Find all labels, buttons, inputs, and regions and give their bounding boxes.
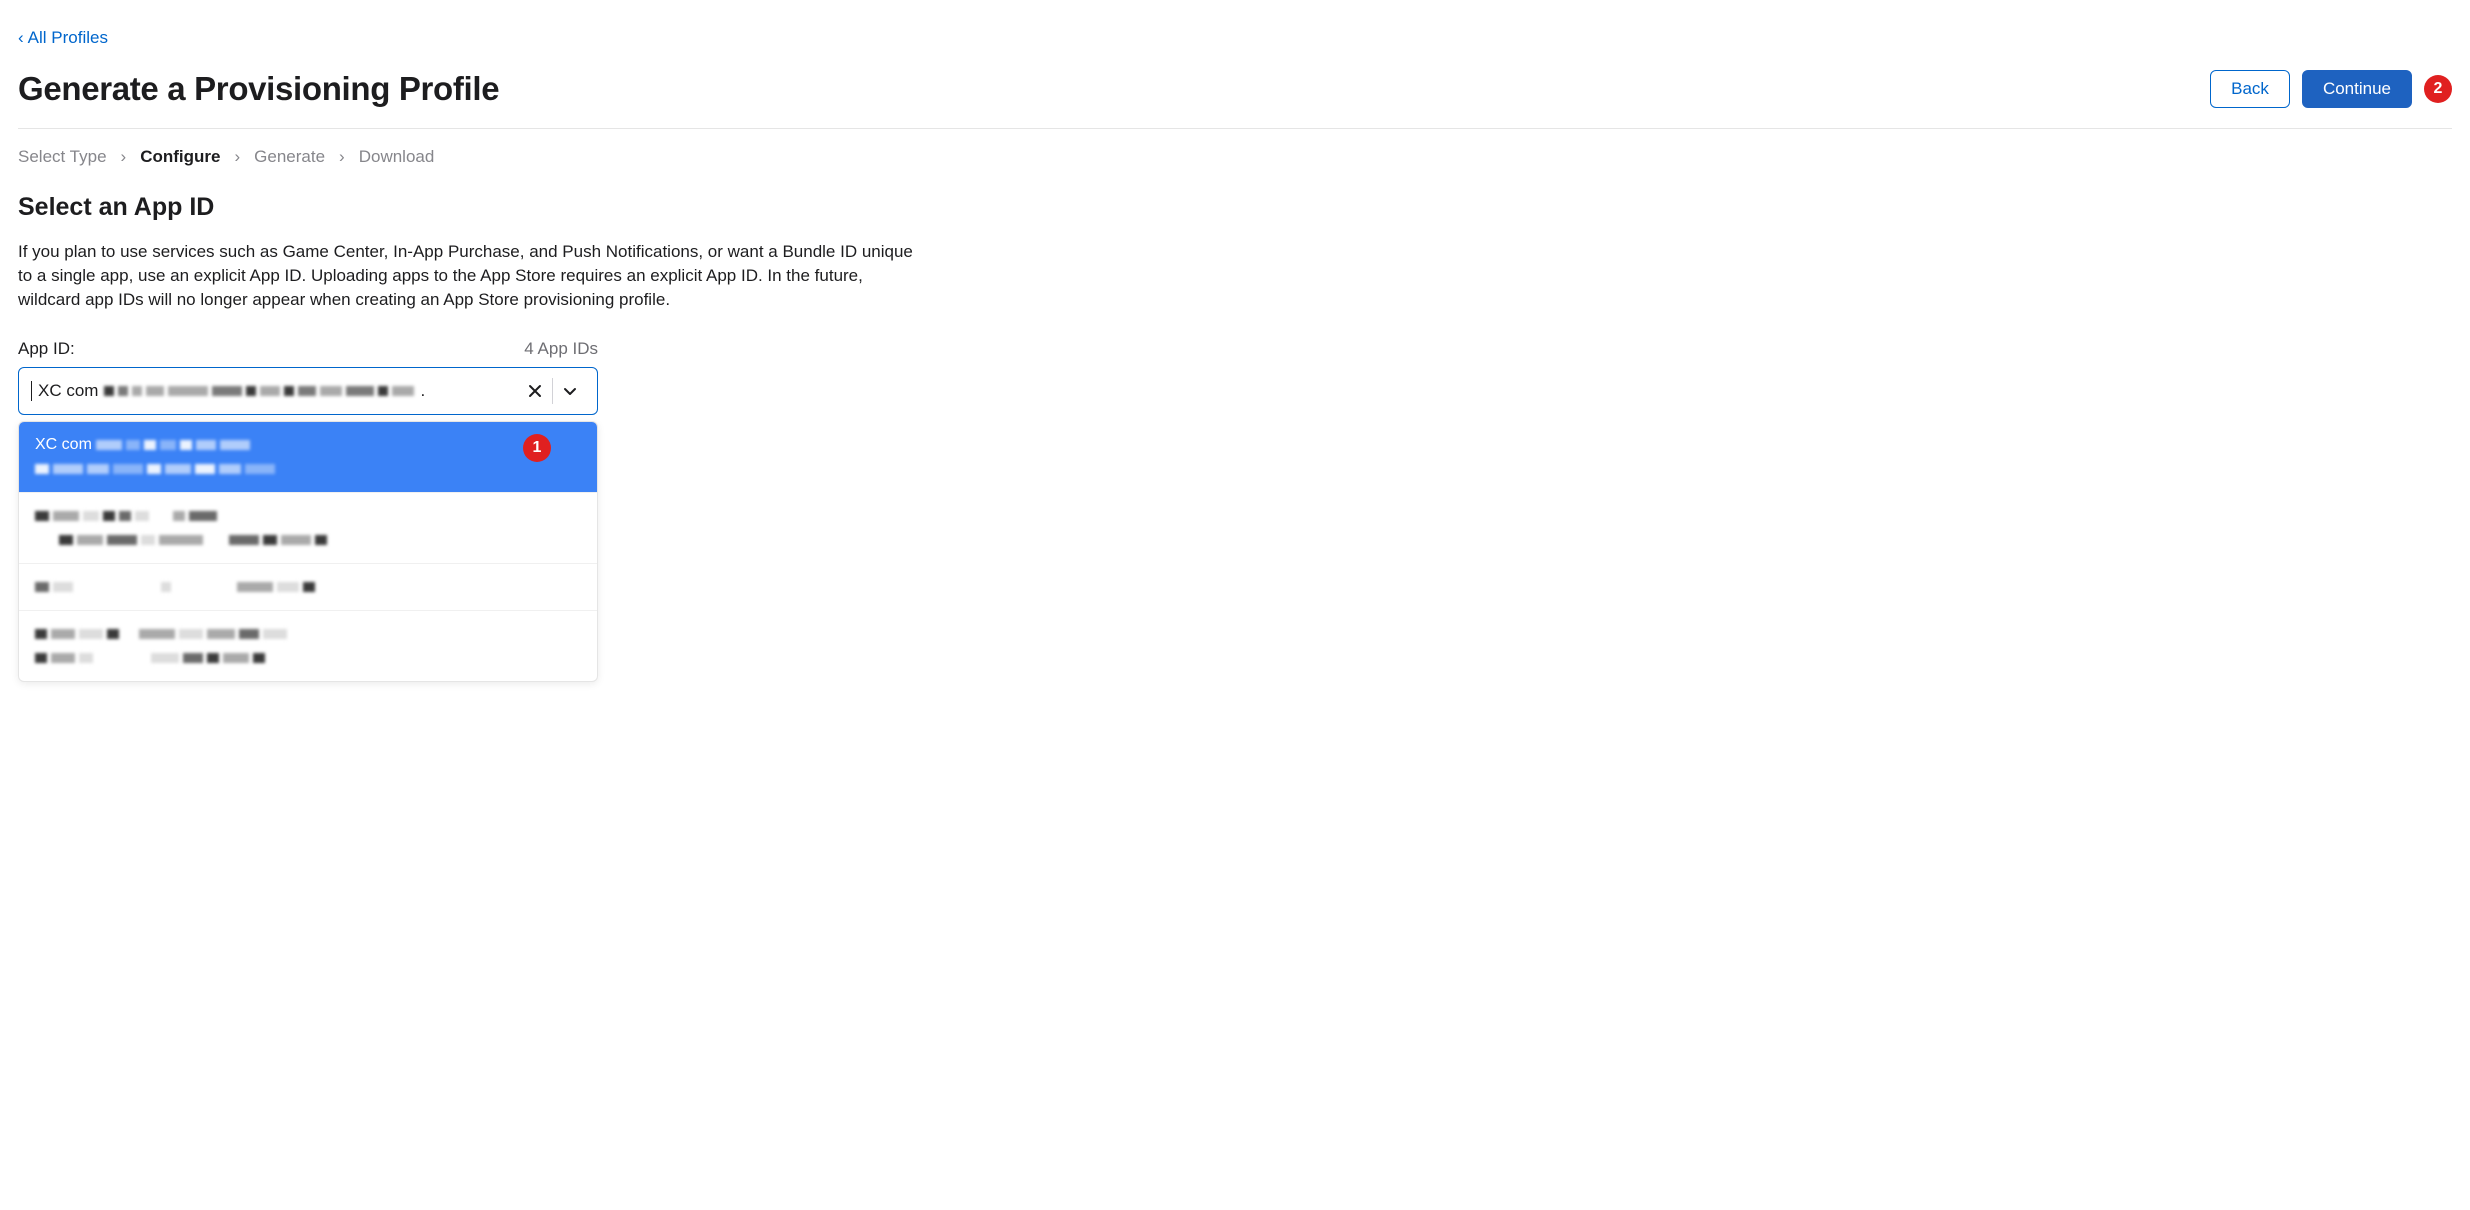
app-id-option[interactable] [19, 564, 597, 611]
chevron-right-icon: › [121, 147, 127, 167]
chevron-right-icon: › [339, 147, 345, 167]
app-id-option[interactable] [19, 611, 597, 681]
app-id-input[interactable]: XC com . [31, 381, 518, 401]
app-id-dropdown: 1 XC com [18, 421, 598, 682]
annotation-badge-2: 2 [2424, 75, 2452, 103]
section-description: If you plan to use services such as Game… [18, 240, 918, 311]
combo-actions [518, 374, 587, 408]
back-link[interactable]: ‹ All Profiles [18, 28, 108, 48]
breadcrumb-step-generate[interactable]: Generate [254, 147, 325, 167]
app-id-input-trail: . [420, 381, 425, 401]
option-prefix: XC com [35, 436, 92, 454]
back-button[interactable]: Back [2210, 70, 2290, 108]
app-id-input-prefix: XC com [38, 381, 98, 401]
chevron-left-icon: ‹ [18, 28, 24, 48]
header: Generate a Provisioning Profile Back Con… [18, 70, 2452, 129]
app-id-field: App ID: 4 App IDs XC com . [18, 339, 598, 682]
header-buttons: Back Continue 2 [2210, 70, 2452, 108]
breadcrumb-step-select-type[interactable]: Select Type [18, 147, 107, 167]
chevron-down-icon[interactable] [553, 374, 587, 408]
breadcrumb-step-download[interactable]: Download [359, 147, 435, 167]
breadcrumb: Select Type › Configure › Generate › Dow… [18, 147, 2452, 167]
annotation-badge-1: 1 [523, 434, 551, 462]
back-link-label: All Profiles [28, 28, 108, 48]
section-title: Select an App ID [18, 193, 2452, 222]
app-id-combobox[interactable]: XC com . [18, 367, 598, 415]
breadcrumb-step-configure[interactable]: Configure [140, 147, 220, 167]
app-id-option[interactable]: 1 XC com [19, 422, 597, 493]
continue-button[interactable]: Continue [2302, 70, 2412, 108]
clear-icon[interactable] [518, 374, 552, 408]
app-id-option[interactable] [19, 493, 597, 564]
text-caret [31, 381, 32, 401]
app-id-label: App ID: [18, 339, 75, 359]
app-id-count: 4 App IDs [524, 339, 598, 359]
page-title: Generate a Provisioning Profile [18, 70, 499, 108]
chevron-right-icon: › [234, 147, 240, 167]
redacted-text [104, 386, 414, 396]
